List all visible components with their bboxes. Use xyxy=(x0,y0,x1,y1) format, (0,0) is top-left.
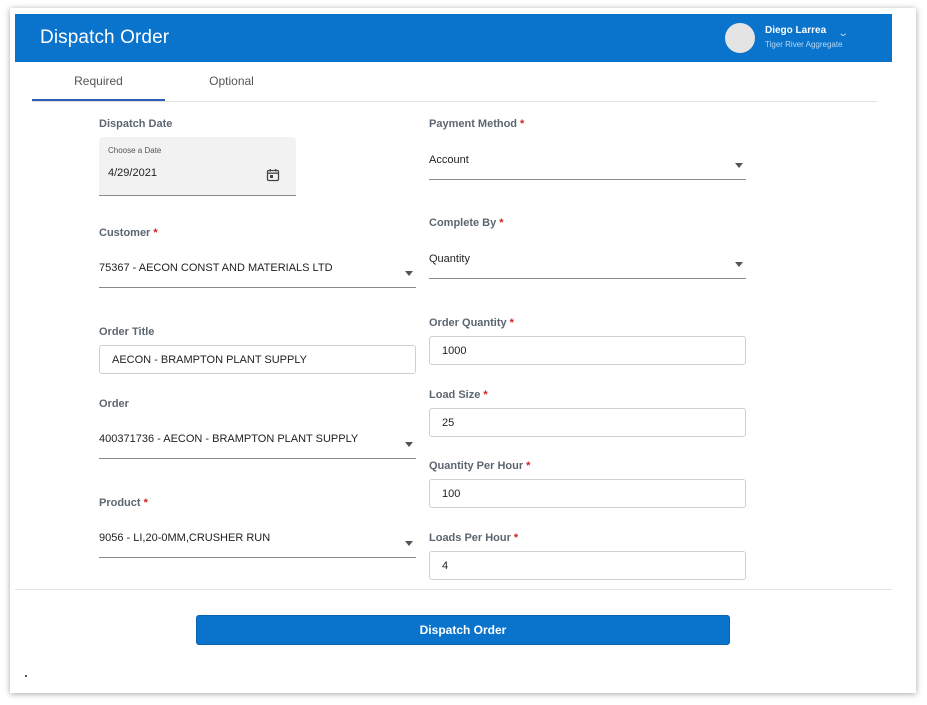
order-quantity-input[interactable]: 1000 xyxy=(429,336,746,365)
required-marker: * xyxy=(526,460,531,472)
payment-method-value: Account xyxy=(429,154,469,166)
order-select[interactable]: 400371736 - AECON - BRAMPTON PLANT SUPPL… xyxy=(99,429,416,459)
product-value: 9056 - LI,20-0MM,CRUSHER RUN xyxy=(99,532,271,544)
quantity-per-hour-input[interactable]: 100 xyxy=(429,479,746,508)
required-marker: * xyxy=(520,118,525,130)
order-title-label: Order Title xyxy=(99,326,155,338)
complete-by-label: Complete By * xyxy=(429,217,504,229)
tab-required[interactable]: Required xyxy=(32,62,165,101)
complete-by-select[interactable]: Quantity xyxy=(429,249,746,279)
quantity-per-hour-label: Quantity Per Hour * xyxy=(429,460,531,472)
required-marker: * xyxy=(483,389,488,401)
date-caption: Choose a Date xyxy=(108,146,162,155)
order-label: Order xyxy=(99,398,129,410)
page-title: Dispatch Order xyxy=(40,27,170,48)
avatar[interactable] xyxy=(725,23,755,53)
customer-label: Customer * xyxy=(99,227,158,239)
loads-per-hour-value: 4 xyxy=(442,560,449,572)
product-select[interactable]: 9056 - LI,20-0MM,CRUSHER RUN xyxy=(99,528,416,558)
loads-per-hour-input[interactable]: 4 xyxy=(429,551,746,580)
dispatch-order-button[interactable]: Dispatch Order xyxy=(196,615,730,645)
required-marker: * xyxy=(153,227,158,239)
required-marker: * xyxy=(509,317,514,329)
dropdown-arrow-icon[interactable] xyxy=(405,442,413,447)
user-name[interactable]: Diego Larrea xyxy=(765,25,826,36)
load-size-input[interactable]: 25 xyxy=(429,408,746,437)
order-quantity-label: Order Quantity * xyxy=(429,317,514,329)
dropdown-arrow-icon[interactable] xyxy=(735,163,743,168)
dropdown-arrow-icon[interactable] xyxy=(735,262,743,267)
dispatch-date-field[interactable]: Choose a Date 4/29/2021 xyxy=(99,137,296,196)
chevron-down-icon[interactable]: ⌄ xyxy=(837,28,849,39)
order-title-value: AECON - BRAMPTON PLANT SUPPLY xyxy=(112,354,307,366)
calendar-icon[interactable] xyxy=(266,168,280,182)
payment-method-label: Payment Method * xyxy=(429,118,525,130)
user-organization: Tiger River Aggregate xyxy=(765,40,843,49)
corner-mark xyxy=(25,675,27,677)
product-label: Product * xyxy=(99,497,148,509)
tab-optional[interactable]: Optional xyxy=(165,62,298,100)
order-title-input[interactable]: AECON - BRAMPTON PLANT SUPPLY xyxy=(99,345,416,374)
required-marker: * xyxy=(143,497,148,509)
loads-per-hour-label: Loads Per Hour * xyxy=(429,532,519,544)
form-tabs: Required Optional xyxy=(32,62,877,102)
required-marker: * xyxy=(499,217,504,229)
customer-value: 75367 - AECON CONST AND MATERIALS LTD xyxy=(99,262,333,274)
customer-select[interactable]: 75367 - AECON CONST AND MATERIALS LTD xyxy=(99,258,416,288)
load-size-label: Load Size * xyxy=(429,389,488,401)
footer-divider xyxy=(15,589,892,590)
required-marker: * xyxy=(513,532,519,544)
app-header: Dispatch Order Diego Larrea Tiger River … xyxy=(15,14,892,62)
load-size-value: 25 xyxy=(442,417,455,429)
order-quantity-value: 1000 xyxy=(442,345,467,357)
dropdown-arrow-icon[interactable] xyxy=(405,271,413,276)
dispatch-date-value[interactable]: 4/29/2021 xyxy=(108,167,157,179)
dispatch-date-label: Dispatch Date xyxy=(99,118,173,130)
complete-by-value: Quantity xyxy=(429,253,470,265)
quantity-per-hour-value: 100 xyxy=(442,488,461,500)
payment-method-select[interactable]: Account xyxy=(429,150,746,180)
dropdown-arrow-icon[interactable] xyxy=(405,541,413,546)
order-value: 400371736 - AECON - BRAMPTON PLANT SUPPL… xyxy=(99,433,359,445)
